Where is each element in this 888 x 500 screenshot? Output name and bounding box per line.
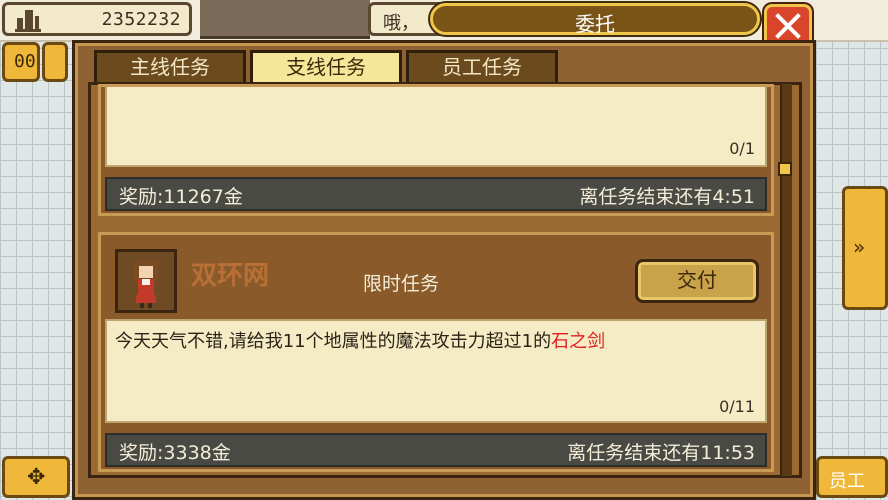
building-icon [15, 10, 41, 32]
quest-description-box: 今天天气不错,请给我11个地属性的魔法攻击力超过1的石之剑 0/11 [105, 319, 767, 423]
quest-description: 今天天气不错,请给我11个地属性的魔法攻击力超过1的石之剑 [115, 327, 605, 353]
quest-progress: 0/11 [719, 397, 755, 416]
page-title: 委托 [575, 12, 615, 36]
money-display: 2352232 [2, 2, 192, 36]
quest-item-name: 石之剑 [551, 331, 606, 352]
pause-icon: 00 [14, 51, 36, 72]
watermark: 双环网 [191, 261, 270, 291]
quest-card: 双环网 限时任务 交付 今天天气不错,请给我11个地属性的魔法攻击力超过1的石之… [98, 232, 774, 472]
close-icon [775, 13, 801, 39]
quest-description-box: 0/1 [105, 87, 767, 167]
fast-forward-icon: » [853, 235, 866, 259]
dpad-button[interactable]: ✥ [2, 456, 70, 498]
quest-type-label: 限时任务 [363, 273, 440, 295]
pause-button[interactable]: 00 [2, 42, 40, 82]
message-text: 哦， [383, 13, 419, 34]
tab-staff-quest[interactable]: 员工任务 [406, 50, 558, 82]
staff-button-label: 员工 [829, 471, 865, 492]
quest-timer: 离任务结束还有11:53 [567, 442, 755, 464]
staff-button[interactable]: 员工 [816, 456, 888, 498]
character-portrait-icon [134, 260, 158, 308]
tab-main-quest[interactable]: 主线任务 [94, 50, 246, 82]
scrollbar[interactable] [780, 84, 792, 476]
quest-card: 0/1 奖励:11267金 离任务结束还有4:51 [98, 84, 774, 216]
title-bar: 委托 [430, 3, 760, 36]
client-avatar [115, 249, 177, 313]
next-button[interactable]: » [842, 186, 888, 310]
dpad-icon: ✥ [27, 465, 46, 490]
quest-reward: 奖励:3338金 [119, 442, 231, 464]
reward-bar: 奖励:11267金 离任务结束还有4:51 [105, 177, 767, 211]
quest-description-text: 今天天气不错,请给我11个地属性的魔法攻击力超过1的 [115, 331, 552, 352]
money-value: 2352232 [101, 9, 181, 30]
background-door [200, 0, 370, 39]
tab-side-quest[interactable]: 支线任务 [250, 50, 402, 82]
scrollbar-thumb[interactable] [778, 162, 792, 176]
quest-timer: 离任务结束还有4:51 [579, 186, 755, 208]
submit-button[interactable]: 交付 [635, 259, 759, 303]
menu-button[interactable] [42, 42, 68, 82]
quest-reward: 奖励:11267金 [119, 186, 243, 208]
reward-bar: 奖励:3338金 离任务结束还有11:53 [105, 433, 767, 467]
quest-progress: 0/1 [729, 139, 755, 158]
